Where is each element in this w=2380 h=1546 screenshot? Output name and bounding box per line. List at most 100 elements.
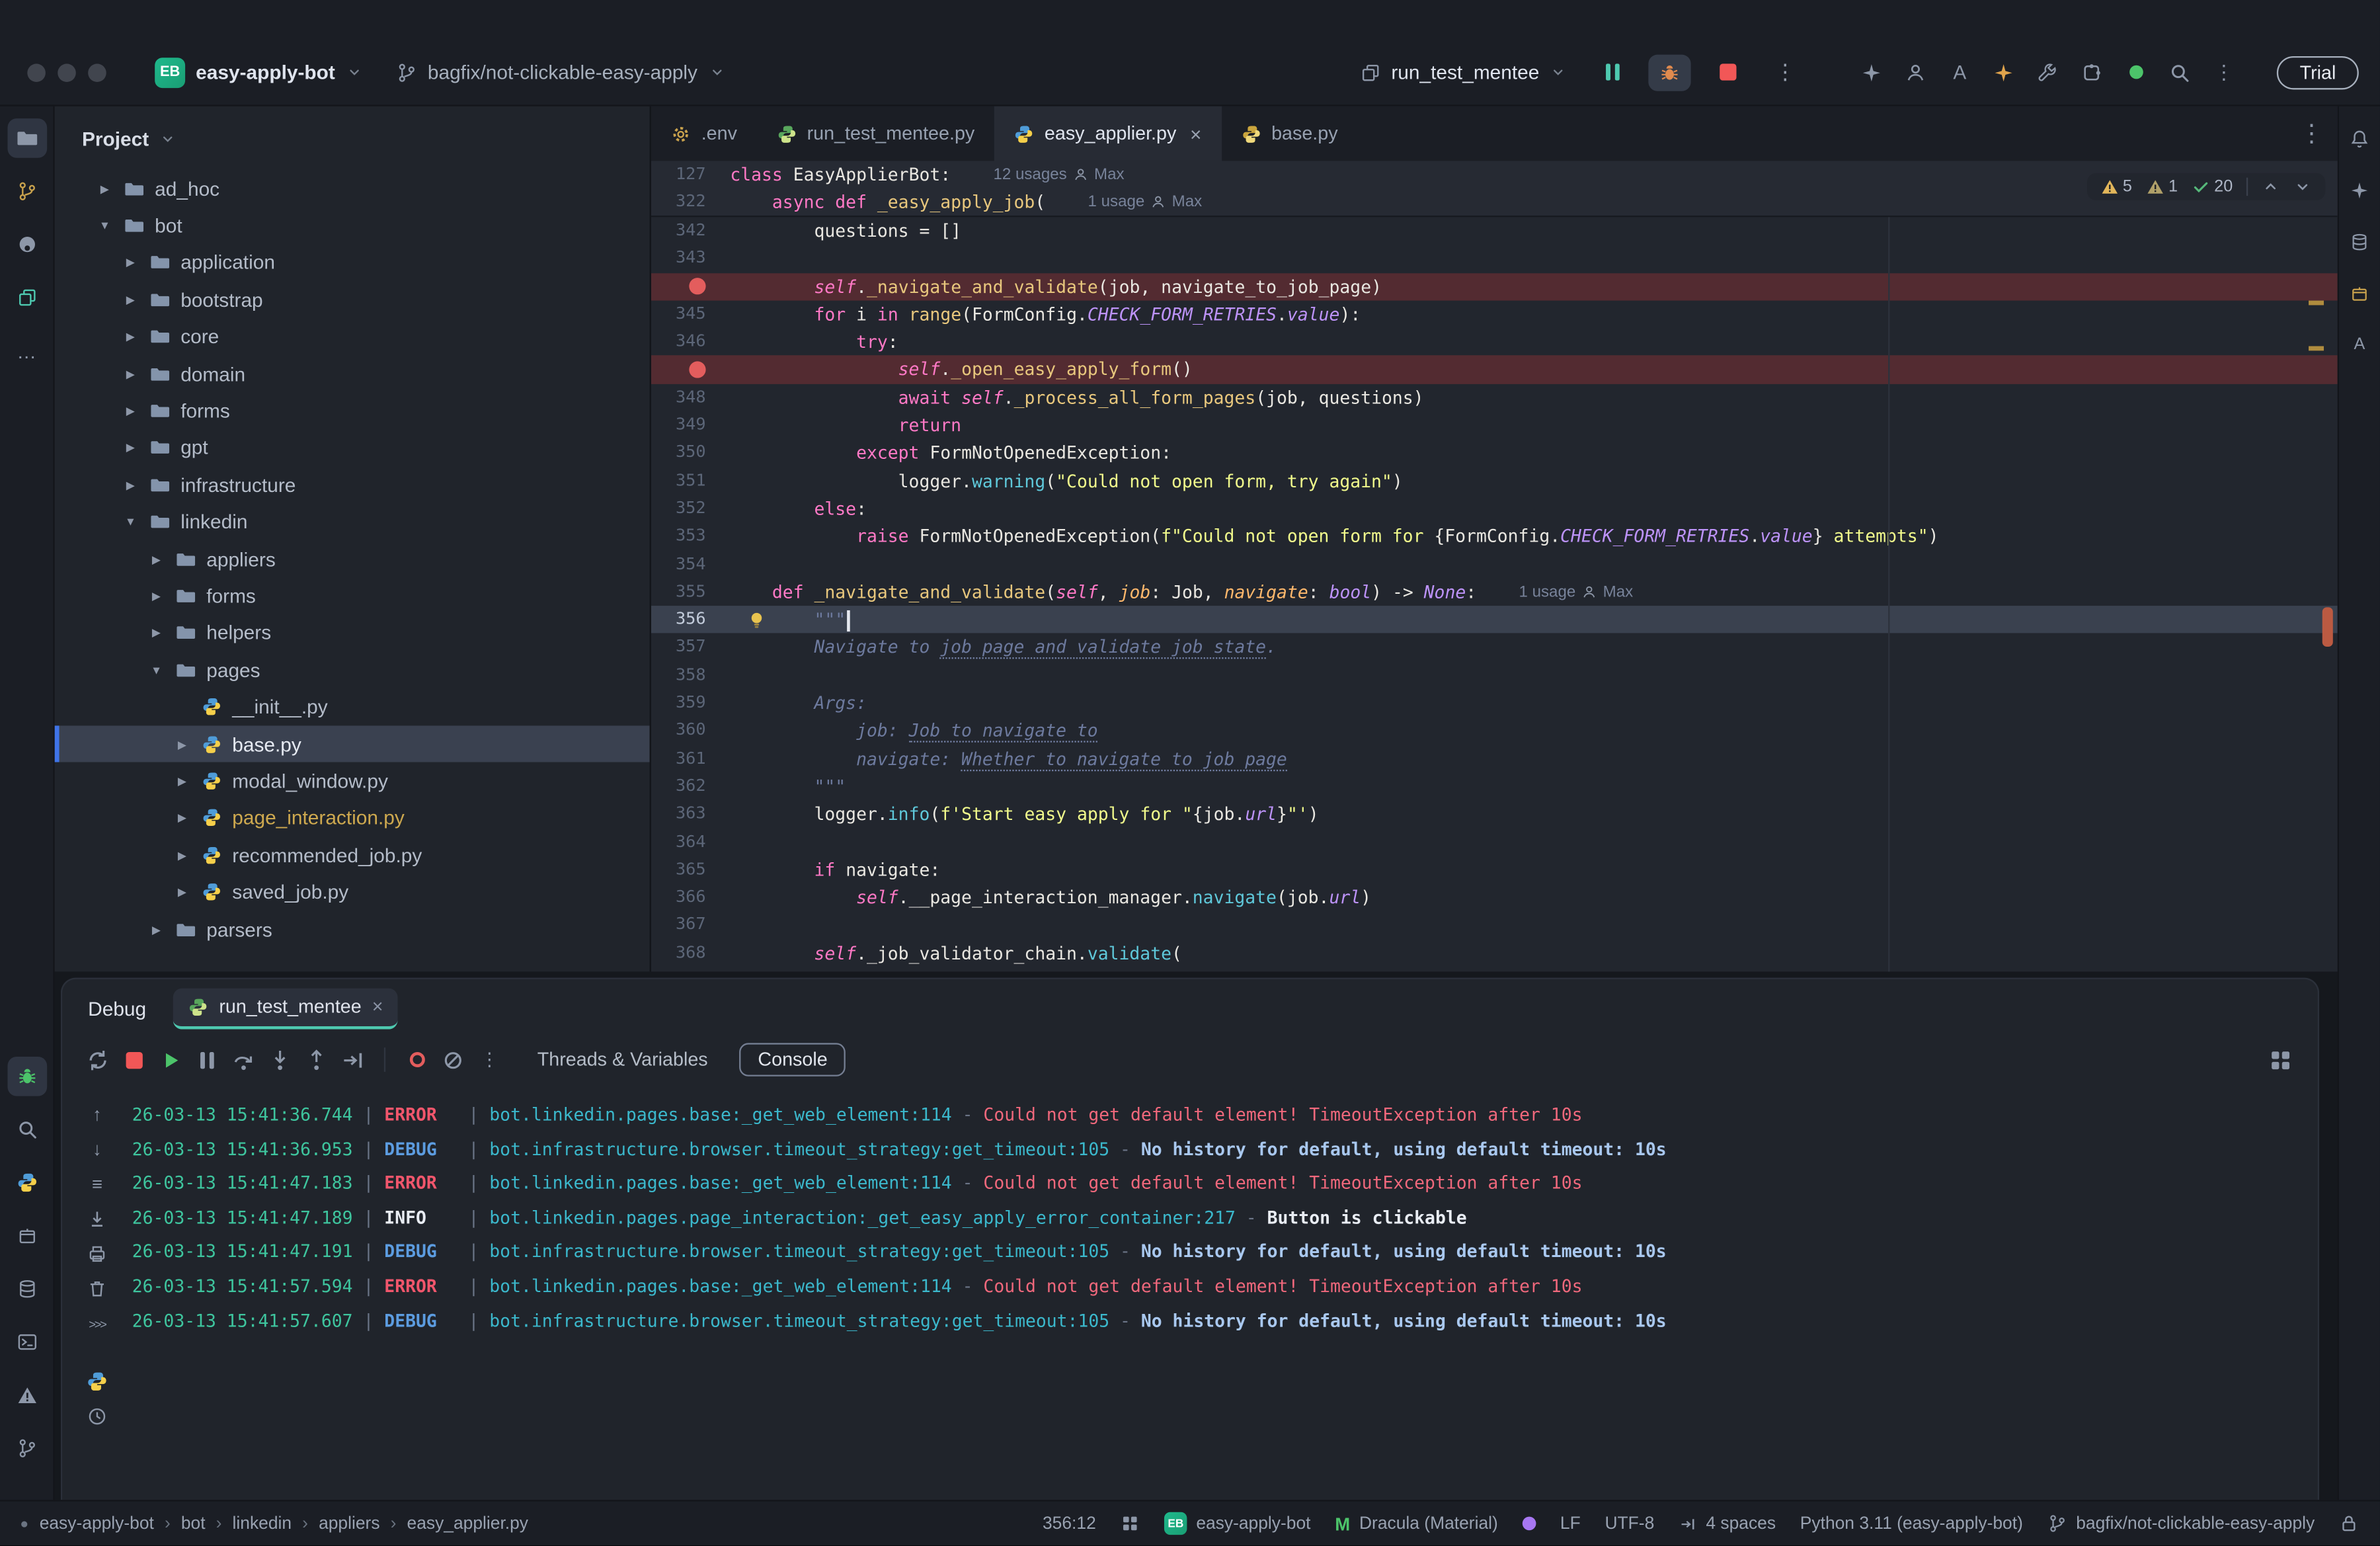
code-line-347[interactable]: self._open_easy_apply_form(): [651, 356, 2338, 384]
print-icon[interactable]: [87, 1243, 108, 1264]
gutter-line-127[interactable]: 127: [651, 161, 730, 188]
gutter-line-347[interactable]: [651, 362, 730, 378]
services-tool-button[interactable]: [7, 1216, 46, 1256]
pause-icon[interactable]: [194, 1047, 220, 1073]
breadcrumb-item-linkedin[interactable]: linkedin: [233, 1514, 292, 1533]
warnings-count[interactable]: 5: [2100, 178, 2132, 196]
prev-problem-icon[interactable]: [2262, 178, 2280, 196]
tree-item-saved_job.py[interactable]: ▶saved_job.py: [55, 874, 650, 911]
code-line-351[interactable]: 351 logger.warning("Could not open form,…: [651, 467, 2338, 495]
code-line-350[interactable]: 350 except FormNotOpenedException:: [651, 439, 2338, 467]
debug-tool-button[interactable]: [7, 1057, 46, 1096]
error-stripe-mark[interactable]: [2309, 301, 2324, 305]
gutter-line-342[interactable]: 342: [651, 217, 730, 245]
tree-item-domain[interactable]: ▶domain: [55, 355, 650, 392]
gutter-line-345[interactable]: 345: [651, 300, 730, 328]
gutter-line-344[interactable]: [651, 278, 730, 295]
window-zoom-button[interactable]: [88, 63, 106, 81]
accent-color-dot-icon[interactable]: [1523, 1517, 1536, 1531]
gutter-line-343[interactable]: 343: [651, 245, 730, 272]
gutter-line-363[interactable]: 363: [651, 800, 730, 828]
step-into-icon[interactable]: [267, 1047, 293, 1073]
view-breakpoints-icon[interactable]: [404, 1047, 430, 1073]
gutter-line-362[interactable]: 362: [651, 772, 730, 800]
gutter-line-349[interactable]: 349: [651, 411, 730, 439]
find-tool-button[interactable]: [7, 1110, 46, 1149]
window-minimize-button[interactable]: [58, 63, 76, 81]
dependencies-tool-button[interactable]: [2343, 276, 2377, 310]
editor-tab-easy_applier.py[interactable]: easy_applier.py×: [994, 106, 1221, 161]
gutter-line-364[interactable]: 364: [651, 828, 730, 856]
search-everywhere-icon[interactable]: [2169, 61, 2190, 83]
tree-item-base.py[interactable]: ▶base.py: [55, 725, 650, 762]
code-line-364[interactable]: 364: [651, 828, 2338, 856]
project-tool-button[interactable]: [7, 118, 46, 158]
console-output[interactable]: 26-03-13 15:41:36.744 | ERROR | bot.link…: [132, 1098, 2293, 1338]
step-over-icon[interactable]: [231, 1047, 257, 1073]
code-line-358[interactable]: 358: [651, 661, 2338, 689]
history-icon[interactable]: [87, 1406, 108, 1427]
breakpoint-dot[interactable]: [689, 362, 705, 378]
code-line-346[interactable]: 346 try:: [651, 328, 2338, 356]
gutter-line-365[interactable]: 365: [651, 856, 730, 883]
gutter-line-368[interactable]: 368: [651, 940, 730, 967]
pause-button[interactable]: [1591, 54, 1633, 91]
tree-item-linkedin[interactable]: ▼linkedin: [55, 503, 650, 540]
gutter-line-346[interactable]: 346: [651, 328, 730, 356]
more-run-options-button[interactable]: ⋮: [1764, 54, 1806, 91]
breakpoint-dot[interactable]: [689, 278, 705, 295]
more-options-icon[interactable]: ⋮: [2213, 61, 2235, 83]
database-tool-button[interactable]: [2343, 225, 2377, 259]
stop-button[interactable]: [1706, 54, 1749, 91]
packages-tool-button[interactable]: [7, 1269, 46, 1309]
tree-toggle-icon[interactable]: ▶: [122, 404, 140, 418]
trial-badge[interactable]: Trial: [2277, 56, 2359, 89]
code-line-343[interactable]: 343: [651, 245, 2338, 272]
tree-toggle-icon[interactable]: ▶: [147, 589, 166, 603]
gutter-line-353[interactable]: 353: [651, 522, 730, 550]
github-tool-button[interactable]: [7, 225, 46, 264]
code-line-363[interactable]: 363 logger.info(f'Start easy apply for "…: [651, 800, 2338, 828]
code-line-366[interactable]: 366 self.__page_interaction_manager.navi…: [651, 884, 2338, 912]
more-tool-windows-tool-button[interactable]: …: [7, 331, 46, 371]
tree-item-helpers[interactable]: ▶helpers: [55, 614, 650, 651]
more-icon[interactable]: ⋮: [477, 1047, 502, 1073]
ai-assistant-icon[interactable]: [1861, 61, 1882, 83]
vcs-branch-widget[interactable]: bagfix/not-clickable-easy-apply: [387, 55, 734, 90]
code-vision-hint[interactable]: 1 usageMax: [1519, 583, 1633, 602]
tree-toggle-icon[interactable]: ▼: [96, 219, 114, 233]
gutter-line-357[interactable]: 357: [651, 633, 730, 661]
gutter-line-356[interactable]: 356: [651, 606, 730, 633]
translate-icon[interactable]: A: [1949, 61, 1970, 83]
code-line-367[interactable]: 367: [651, 912, 2338, 940]
project-widget[interactable]: EB easy-apply-bot: [145, 51, 372, 93]
intention-bulb-icon[interactable]: [745, 608, 768, 631]
tree-item-ad_hoc[interactable]: ▶ad_hoc: [55, 170, 650, 207]
breadcrumb-item-appliers[interactable]: appliers: [319, 1514, 379, 1533]
code-line-344[interactable]: self._navigate_and_validate(job, navigat…: [651, 272, 2338, 300]
breadcrumb-item-bot[interactable]: bot: [181, 1514, 206, 1533]
close-session-icon[interactable]: ×: [372, 996, 383, 1017]
gutter-line-354[interactable]: 354: [651, 550, 730, 578]
code-line-357[interactable]: 357 Navigate to job page and validate jo…: [651, 633, 2338, 661]
tree-item-application[interactable]: ▶application: [55, 244, 650, 281]
project-panel-header[interactable]: Project: [55, 106, 650, 170]
tree-toggle-icon[interactable]: ▶: [122, 293, 140, 307]
tree-item-pages[interactable]: ▼pages: [55, 651, 650, 688]
code-area[interactable]: 342 questions = []343 self._navigate_and…: [651, 217, 2338, 971]
tree-item-page_interaction.py[interactable]: ▶page_interaction.py: [55, 799, 650, 836]
code-line-348[interactable]: 348 await self._process_all_form_pages(j…: [651, 384, 2338, 411]
tree-item-gpt[interactable]: ▶gpt: [55, 429, 650, 466]
close-tab-icon[interactable]: ×: [1190, 122, 1201, 145]
caret-position[interactable]: 356:12: [1043, 1514, 1096, 1533]
code-line-356[interactable]: 356 """: [651, 606, 2338, 633]
tools-icon[interactable]: [2037, 61, 2058, 83]
tree-toggle-icon[interactable]: ▼: [122, 515, 140, 529]
tab-list-menu-icon[interactable]: ⋮: [2301, 123, 2322, 144]
code-line-342[interactable]: 342 questions = []: [651, 217, 2338, 245]
file-encoding[interactable]: UTF-8: [1605, 1514, 1654, 1533]
tree-toggle-icon[interactable]: ▶: [122, 441, 140, 455]
tree-item-__init__.py[interactable]: __init__.py: [55, 688, 650, 725]
gutter-line-359[interactable]: 359: [651, 689, 730, 717]
code-line-362[interactable]: 362 """: [651, 772, 2338, 800]
